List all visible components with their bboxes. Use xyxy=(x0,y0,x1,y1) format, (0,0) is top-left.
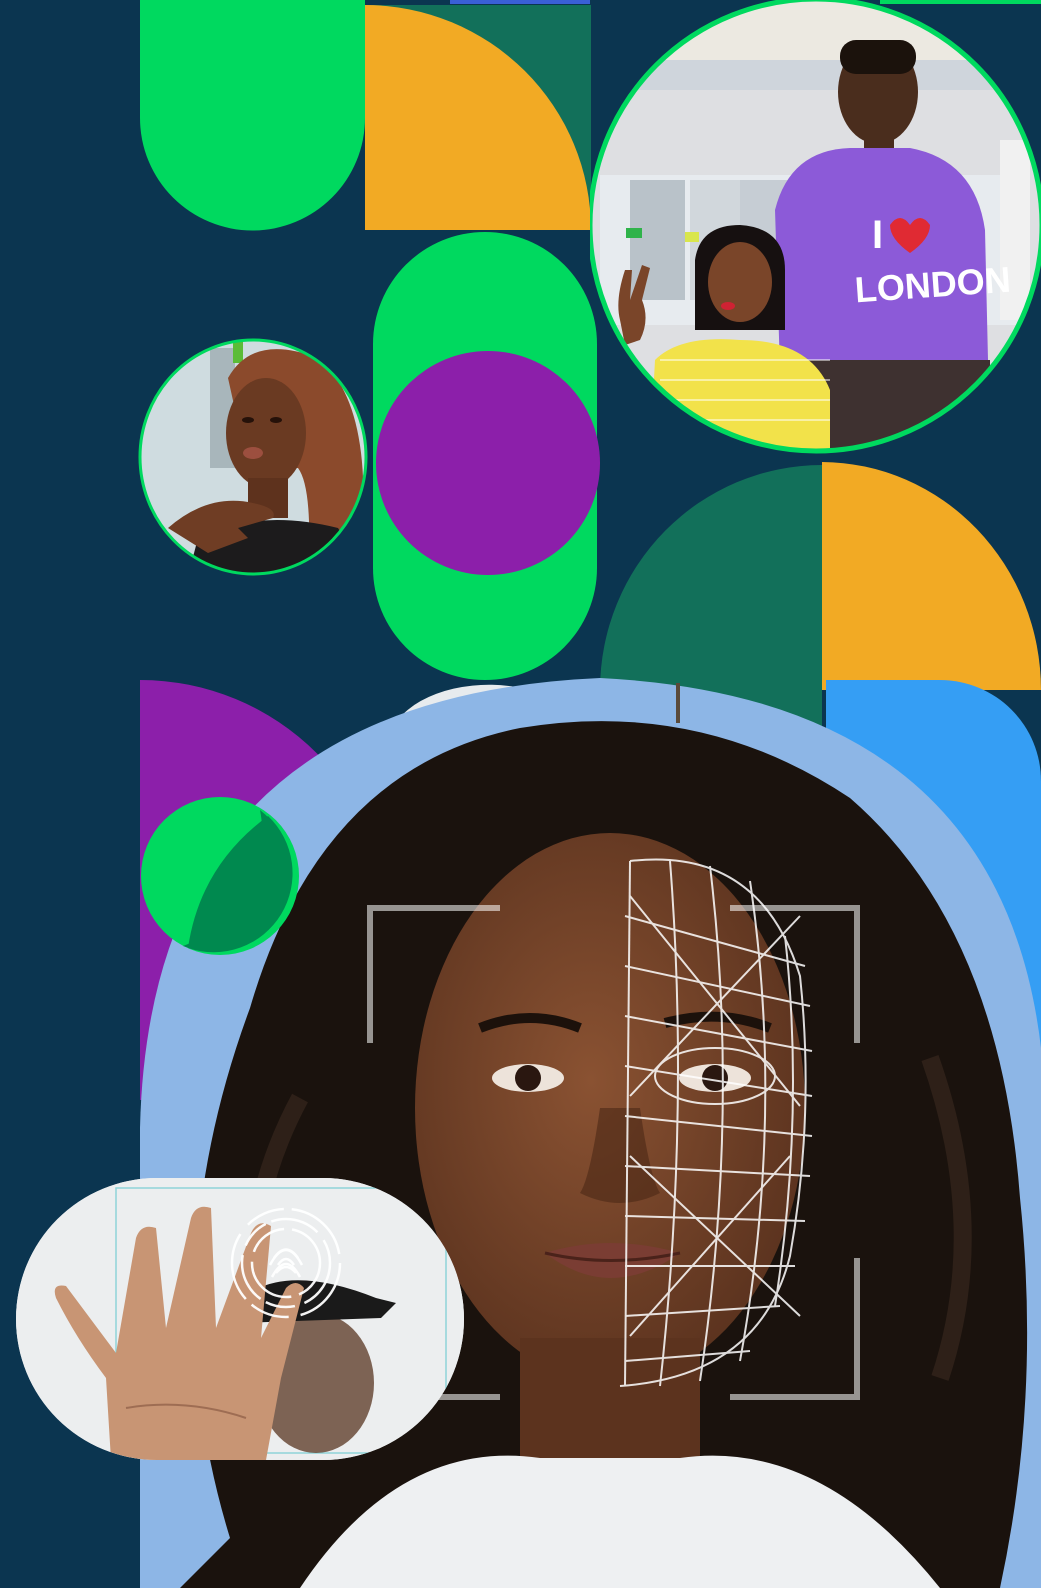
woman-photo xyxy=(138,338,368,576)
green-capsule-top-left xyxy=(140,0,365,231)
purple-circle-center xyxy=(376,351,600,575)
green-edge-top-right xyxy=(880,0,1041,4)
green-circle-left xyxy=(141,797,299,955)
group-photo: I LONDON xyxy=(590,0,1041,454)
orange-quarter-circle-right xyxy=(822,462,1041,690)
fingerprint-icon xyxy=(230,1207,342,1319)
group-photo-wrapper: I LONDON xyxy=(590,0,1041,455)
blue-sliver-top xyxy=(450,0,590,4)
shirt-text: I xyxy=(872,213,883,257)
woman-photo-wrapper xyxy=(138,338,368,576)
fingerprint-card xyxy=(16,1178,464,1460)
collage-canvas: I LONDON xyxy=(0,0,1041,1588)
